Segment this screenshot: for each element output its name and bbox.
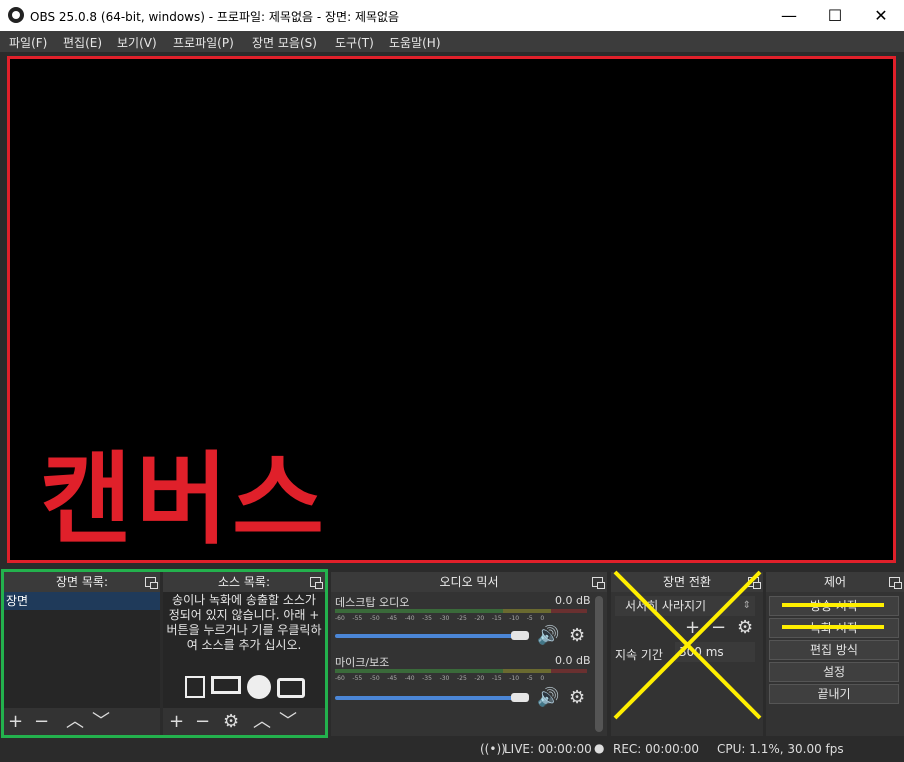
add-transition-icon[interactable]: + bbox=[685, 618, 700, 638]
menu-view[interactable]: 보기(V) bbox=[117, 34, 157, 51]
volume-slider[interactable] bbox=[335, 696, 521, 700]
volume-meter bbox=[335, 609, 503, 613]
start-streaming-button[interactable]: 방송 시작 bbox=[769, 596, 899, 616]
menu-edit[interactable]: 편집(E) bbox=[63, 34, 102, 51]
mixer-title: 오디오 믹서 bbox=[439, 575, 499, 589]
volume-slider-knob[interactable] bbox=[511, 693, 529, 702]
controls-title: 제어 bbox=[823, 575, 847, 589]
volume-meter-mid bbox=[503, 669, 551, 673]
mixer-scrollbar[interactable] bbox=[595, 596, 603, 732]
menu-tools[interactable]: 도구(T) bbox=[335, 34, 374, 51]
obs-logo-icon bbox=[8, 7, 24, 23]
menu-profile[interactable]: 프로파일(P) bbox=[173, 34, 234, 51]
speaker-icon[interactable]: 🔊 bbox=[537, 688, 559, 708]
channel-db: 0.0 dB bbox=[555, 654, 591, 667]
minimize-button[interactable]: — bbox=[766, 0, 812, 31]
gear-icon[interactable]: ⚙ bbox=[569, 688, 585, 708]
live-status-icon: ((•)) bbox=[480, 742, 506, 756]
rec-dot-icon: ● bbox=[594, 741, 605, 755]
title-bar: OBS 25.0.8 (64-bit, windows) - 프로파일: 제목없… bbox=[0, 0, 904, 31]
gear-icon[interactable]: ⚙ bbox=[737, 618, 753, 638]
live-status: LIVE: 00:00:00 bbox=[504, 742, 592, 756]
spinner-icon: ⇕ bbox=[742, 600, 751, 611]
undock-icon[interactable] bbox=[748, 577, 761, 589]
duration-value: 300 ms bbox=[679, 645, 724, 659]
mixer-dock-title: 오디오 믹서 bbox=[331, 572, 607, 592]
cpu-status: CPU: 1.1%, 30.00 fps bbox=[717, 742, 844, 756]
audio-mixer-dock: 오디오 믹서 데스크탑 오디오 0.0 dB -60 -55 -50 -45 -… bbox=[331, 572, 607, 736]
duration-label: 지속 기간 bbox=[615, 648, 663, 662]
channel-name: 데스크탑 오디오 bbox=[335, 596, 410, 609]
volume-slider[interactable] bbox=[335, 634, 521, 638]
channel-name: 마이크/보조 bbox=[335, 656, 390, 669]
canvas-label: 캔버스 bbox=[40, 441, 328, 558]
channel-db: 0.0 dB bbox=[555, 594, 591, 607]
controls-dock: 제어 방송 시작 녹화 시작 편집 방식 설정 끝내기 bbox=[766, 572, 904, 736]
controls-dock-title: 제어 bbox=[766, 572, 904, 592]
gear-icon[interactable]: ⚙ bbox=[569, 626, 585, 646]
meter-scale: -60 -55 -50 -45 -40 -35 -30 -25 -20 -15 … bbox=[335, 675, 545, 682]
remove-transition-icon[interactable]: − bbox=[711, 618, 726, 638]
maximize-button[interactable]: ☐ bbox=[812, 0, 858, 31]
duration-input[interactable]: 300 ms bbox=[675, 642, 755, 662]
highlight-green-box bbox=[1, 569, 328, 738]
speaker-icon[interactable]: 🔊 bbox=[537, 626, 559, 646]
menu-scene-collection[interactable]: 장면 모음(S) bbox=[252, 34, 317, 51]
transition-select[interactable]: 서서히 사라지기 ⇕ bbox=[615, 596, 755, 616]
volume-meter-high bbox=[551, 609, 587, 613]
volume-meter bbox=[335, 669, 503, 673]
volume-meter-mid bbox=[503, 609, 551, 613]
menu-help[interactable]: 도움말(H) bbox=[389, 34, 441, 51]
start-recording-button[interactable]: 녹화 시작 bbox=[769, 618, 899, 638]
volume-slider-knob[interactable] bbox=[511, 631, 529, 640]
settings-button[interactable]: 설정 bbox=[769, 662, 899, 682]
undock-icon[interactable] bbox=[889, 577, 902, 589]
menu-file[interactable]: 파일(F) bbox=[9, 34, 47, 51]
undock-icon[interactable] bbox=[592, 577, 605, 589]
exit-button[interactable]: 끝내기 bbox=[769, 684, 899, 704]
volume-meter-high bbox=[551, 669, 587, 673]
studio-mode-button[interactable]: 편집 방식 bbox=[769, 640, 899, 660]
transitions-dock: 장면 전환 서서히 사라지기 ⇕ + − ⚙ 지속 기간 300 ms bbox=[611, 572, 763, 736]
transition-selected: 서서히 사라지기 bbox=[625, 599, 707, 613]
transitions-dock-title: 장면 전환 bbox=[611, 572, 763, 592]
meter-scale: -60 -55 -50 -45 -40 -35 -30 -25 -20 -15 … bbox=[335, 615, 545, 622]
close-button[interactable]: ✕ bbox=[858, 0, 904, 31]
menu-bar: 파일(F) 편집(E) 보기(V) 프로파일(P) 장면 모음(S) 도구(T)… bbox=[0, 31, 904, 52]
window-title: OBS 25.0.8 (64-bit, windows) - 프로파일: 제목없… bbox=[30, 10, 400, 24]
rec-status: REC: 00:00:00 bbox=[613, 742, 700, 756]
transitions-title: 장면 전환 bbox=[663, 575, 711, 589]
